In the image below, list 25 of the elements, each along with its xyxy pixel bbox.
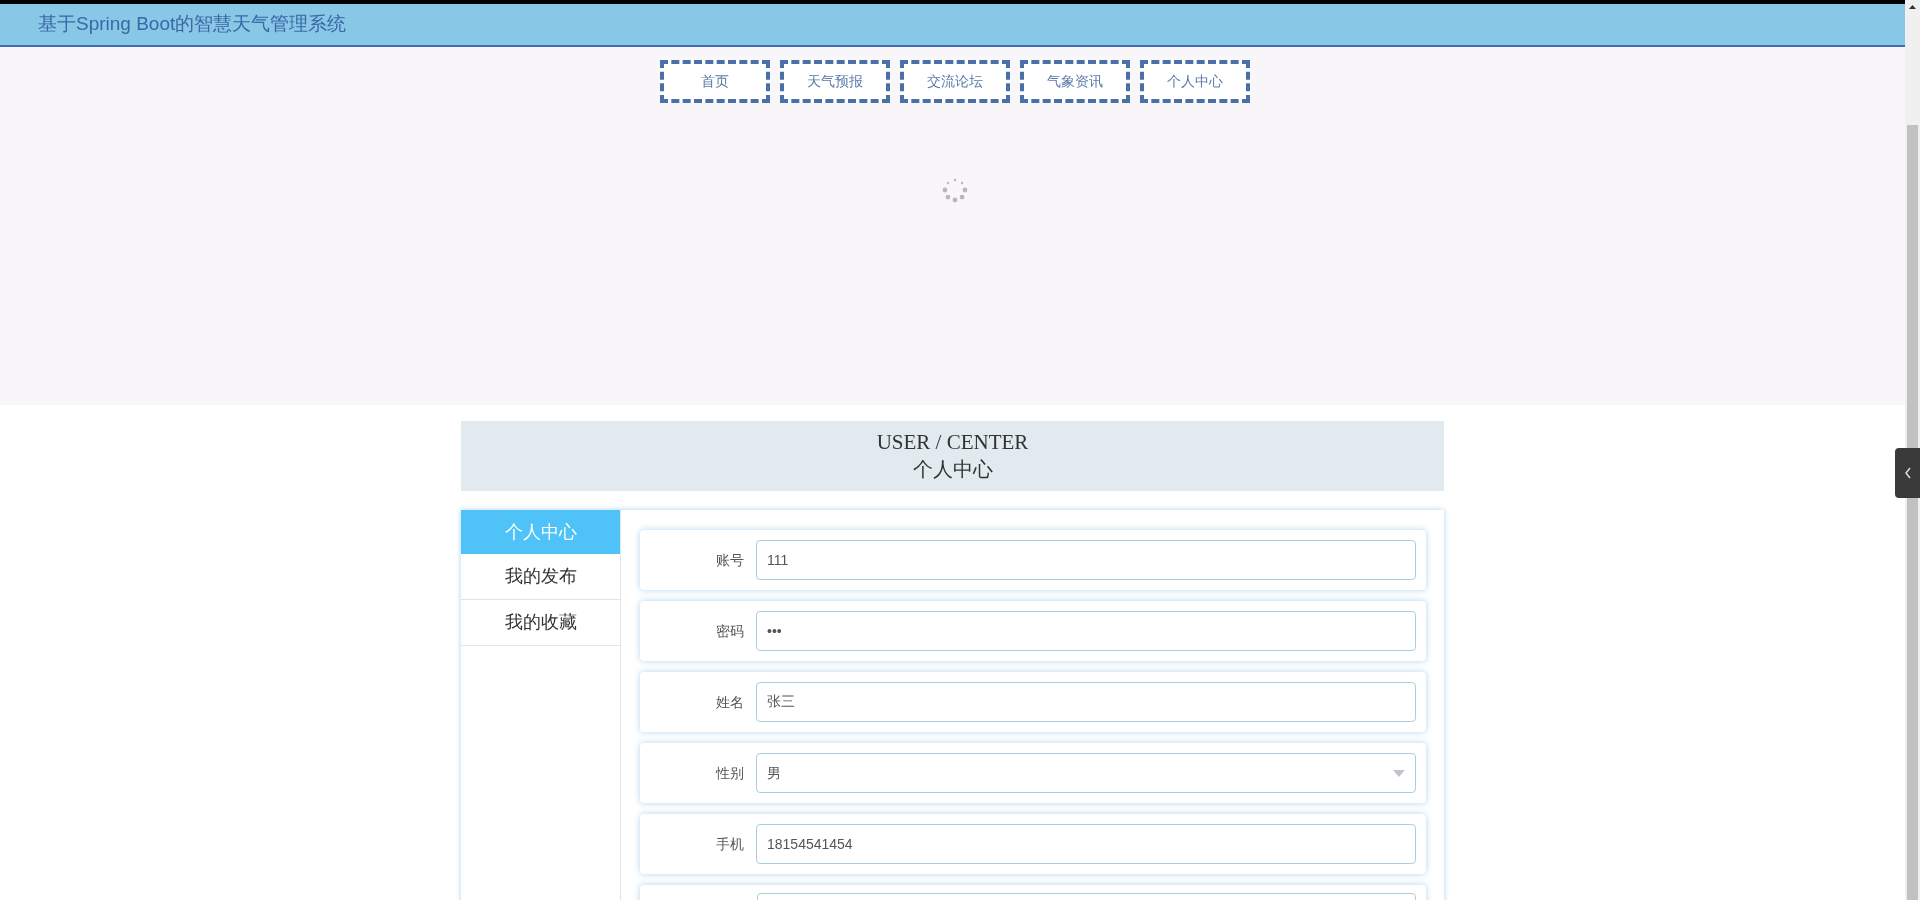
field-label: 手机	[715, 834, 745, 854]
site-title: 基于Spring Boot的智慧天气管理系统	[38, 12, 347, 37]
heading-english: USER / CENTER	[876, 429, 1029, 455]
heading-chinese: 个人中心	[912, 457, 993, 482]
field-label: 账号	[715, 550, 745, 570]
nav-button[interactable]: 气象资讯	[1019, 60, 1130, 103]
gender-select[interactable]: 男	[756, 753, 1416, 793]
field-label: 姓名	[715, 692, 745, 712]
scrollbar[interactable]	[1905, 0, 1920, 900]
input-field[interactable]: 111	[756, 540, 1416, 580]
chevron-left-icon	[1903, 467, 1912, 479]
sidebar-item[interactable]: 我的收藏	[461, 600, 620, 646]
input-field[interactable]: •••	[756, 611, 1416, 651]
nav-button[interactable]: 交流论坛	[899, 60, 1010, 103]
scrollbar-thumb[interactable]	[1907, 125, 1918, 900]
field-label: 密码	[715, 621, 745, 641]
field-label: 性别	[714, 763, 745, 783]
nav-button[interactable]: 个人中心	[1139, 60, 1250, 103]
dropdown-caret-icon	[1393, 769, 1405, 777]
input-field[interactable]: 18154541454	[756, 824, 1416, 864]
side-collapse-tab[interactable]	[1895, 448, 1920, 498]
sidebar-item[interactable]: 我的发布	[461, 554, 620, 600]
nav-button[interactable]: 首页	[659, 60, 770, 103]
nav-button[interactable]: 天气预报	[779, 60, 890, 103]
input-field[interactable]: 张三	[756, 682, 1416, 722]
